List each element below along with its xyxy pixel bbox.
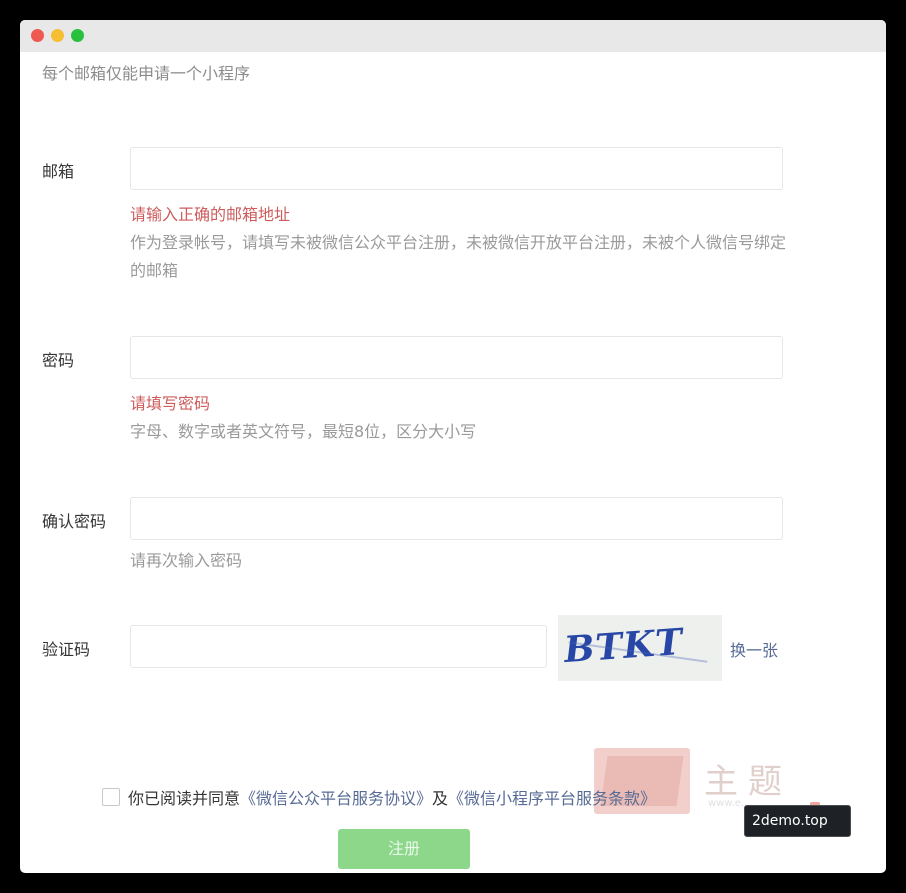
password-error: 请填写密码 bbox=[130, 394, 211, 413]
close-window-icon[interactable] bbox=[31, 29, 44, 42]
password-input[interactable] bbox=[130, 336, 783, 379]
confirm-password-tip: 请再次输入密码 bbox=[130, 551, 243, 570]
confirm-password-input[interactable] bbox=[130, 497, 783, 540]
captcha-input[interactable] bbox=[130, 625, 547, 668]
form-subtitle: 每个邮箱仅能申请一个小程序 bbox=[42, 64, 251, 83]
captcha-image[interactable]: BTKT bbox=[558, 615, 722, 681]
confirm-password-label: 确认密码 bbox=[42, 512, 107, 531]
register-button[interactable]: 注册 bbox=[338, 829, 470, 869]
agreement-prefix: 你已阅读并同意 bbox=[128, 789, 241, 808]
service-agreement-link[interactable]: 《微信公众平台服务协议》 bbox=[240, 785, 432, 809]
refresh-captcha-link[interactable]: 换一张 bbox=[730, 637, 778, 661]
minimize-window-icon[interactable] bbox=[51, 29, 64, 42]
app-window: 每个邮箱仅能申请一个小程序 邮箱 请输入正确的邮箱地址 作为登录帐号，请填写未被… bbox=[20, 20, 886, 873]
password-tip: 字母、数字或者英文符号，最短8位，区分大小写 bbox=[130, 422, 477, 441]
agreement-checkbox[interactable] bbox=[102, 788, 120, 806]
agreement-middle: 及 bbox=[432, 789, 449, 808]
email-input[interactable] bbox=[130, 147, 783, 190]
email-tip: 作为登录帐号，请填写未被微信公众平台注册，未被微信开放平台注册，未被个人微信号绑… bbox=[130, 233, 787, 280]
miniprogram-terms-link[interactable]: 《微信小程序平台服务条款》 bbox=[448, 785, 656, 809]
watermark-badge: 2demo.top bbox=[744, 805, 851, 837]
maximize-window-icon[interactable] bbox=[71, 29, 84, 42]
captcha-label: 验证码 bbox=[42, 640, 91, 659]
agreement-row: 你已阅读并同意 《微信公众平台服务协议》 及 《微信小程序平台服务条款》 bbox=[102, 786, 656, 808]
email-error: 请输入正确的邮箱地址 bbox=[130, 205, 291, 224]
watermark-chars: 主题 bbox=[704, 762, 792, 802]
email-label: 邮箱 bbox=[42, 162, 75, 181]
window-titlebar bbox=[20, 20, 886, 52]
captcha-image-text: BTKT bbox=[562, 620, 685, 672]
password-label: 密码 bbox=[42, 351, 75, 370]
